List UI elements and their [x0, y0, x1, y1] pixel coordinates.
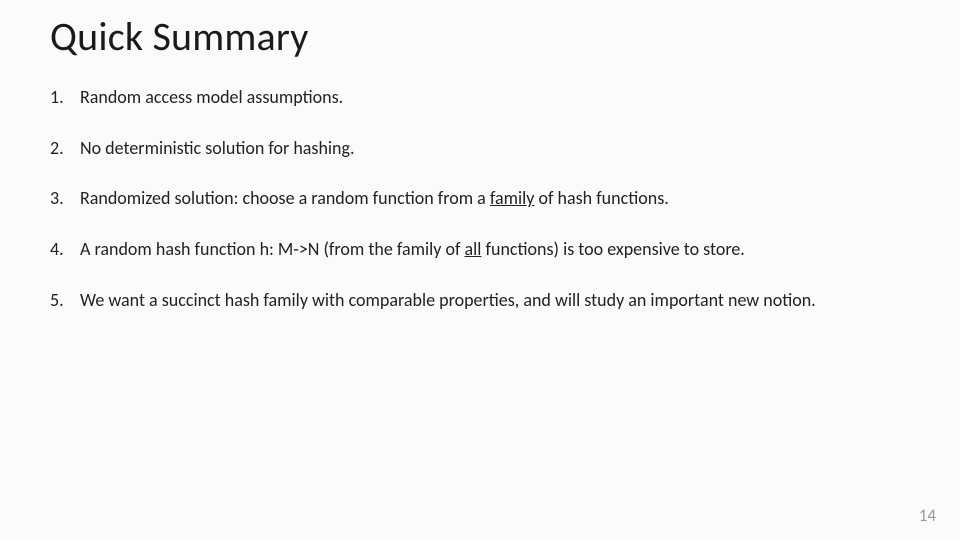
slide-title: Quick Summary	[50, 12, 910, 61]
item-text: Random access model assumptions.	[80, 87, 910, 108]
item-text: Randomized solution: choose a random fun…	[80, 188, 910, 209]
list-item: 2. No deterministic solution for hashing…	[50, 138, 910, 159]
item-number: 2.	[50, 138, 80, 159]
item-text-underline: family	[490, 187, 535, 209]
item-number: 5.	[50, 290, 80, 311]
slide: Quick Summary 1. Random access model ass…	[0, 0, 960, 540]
item-text-post: of hash functions.	[534, 187, 668, 209]
item-text-pre: Randomized solution: choose a random fun…	[80, 187, 490, 209]
item-text: No deterministic solution for hashing.	[80, 138, 910, 159]
item-text: A random hash function h: M->N (from the…	[80, 239, 910, 260]
item-text-pre: A random hash function h: M->N (from the…	[80, 238, 465, 260]
item-text: We want a succinct hash family with comp…	[80, 290, 910, 311]
list-item: 3. Randomized solution: choose a random …	[50, 188, 910, 209]
item-number: 1.	[50, 87, 80, 108]
summary-list: 1. Random access model assumptions. 2. N…	[50, 87, 910, 310]
item-text-underline: all	[465, 238, 482, 260]
item-number: 3.	[50, 188, 80, 209]
item-text-post: functions) is too expensive to store.	[481, 238, 744, 260]
item-number: 4.	[50, 239, 80, 260]
page-number: 14	[919, 505, 936, 526]
list-item: 4. A random hash function h: M->N (from …	[50, 239, 910, 260]
list-item: 5. We want a succinct hash family with c…	[50, 290, 910, 311]
list-item: 1. Random access model assumptions.	[50, 87, 910, 108]
